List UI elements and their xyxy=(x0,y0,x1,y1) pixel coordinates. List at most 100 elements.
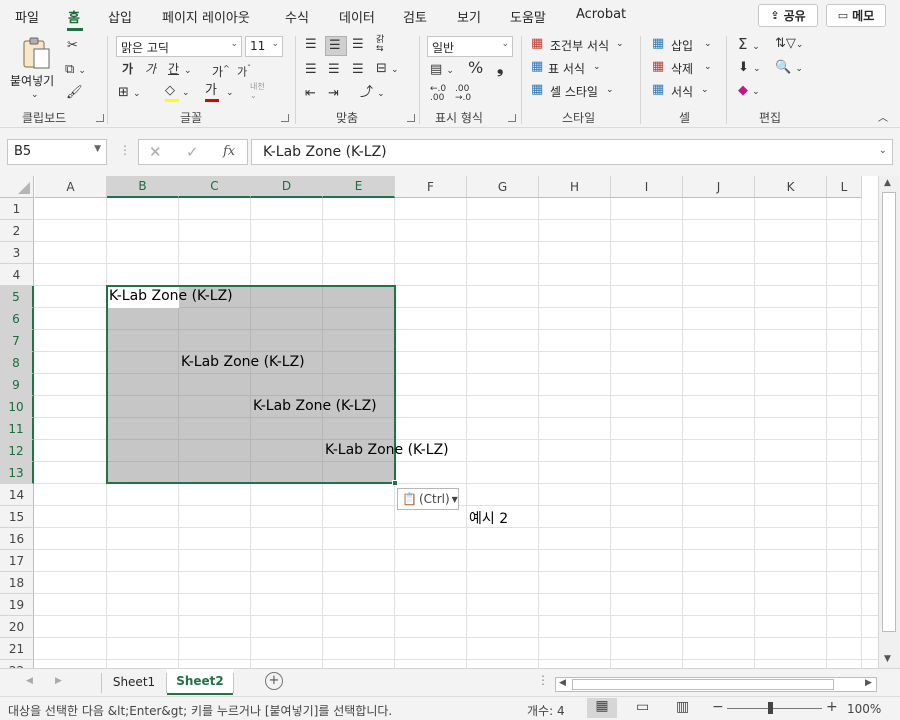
column-header-f[interactable]: F xyxy=(395,176,467,198)
column-header-j[interactable]: J xyxy=(683,176,755,198)
column-header-h[interactable]: H xyxy=(539,176,611,198)
column-header-a[interactable]: A xyxy=(35,176,107,198)
orientation-icon[interactable]: ⤴ ⌄ xyxy=(360,86,385,101)
underline-button[interactable]: 간 xyxy=(168,62,179,76)
fill-handle[interactable] xyxy=(392,480,398,486)
scroll-left-icon[interactable]: ◀ xyxy=(559,678,566,688)
row-header-13[interactable]: 13 xyxy=(0,462,34,484)
zoom-slider-thumb[interactable] xyxy=(768,702,773,714)
cell-g15[interactable]: 예시 2 xyxy=(469,508,508,528)
tab-file[interactable]: 파일 xyxy=(15,7,39,26)
row-header-15[interactable]: 15 xyxy=(0,506,34,528)
percent-button[interactable]: % xyxy=(468,60,483,76)
align-bottom-icon[interactable]: ☰ xyxy=(352,38,364,52)
page-layout-view-icon[interactable]: ▭ xyxy=(636,699,649,715)
sheet-tab-sheet2[interactable]: Sheet2 xyxy=(167,669,233,695)
cell-e12[interactable]: K-Lab Zone (K-LZ) xyxy=(325,442,449,458)
currency-icon[interactable]: ▤ ⌄ xyxy=(430,63,454,78)
row-header-11[interactable]: 11 xyxy=(0,418,34,440)
worksheet-grid[interactable]: ABCDEFGHIJKL 1 2 3 4 5 6 7 8 9 10 11 12 13 14 15 16 17 18… xyxy=(0,176,878,668)
row-header-14[interactable]: 14 xyxy=(0,484,34,506)
row-header-10[interactable]: 10 xyxy=(0,396,34,418)
expand-formula-icon[interactable]: ⌄ xyxy=(879,145,887,156)
row-header-16[interactable]: 16 xyxy=(0,528,34,550)
row-header-7[interactable]: 7 xyxy=(0,330,34,352)
page-break-view-icon[interactable]: ▥ xyxy=(676,699,689,715)
fill-icon[interactable]: ⬇ ⌄ xyxy=(738,61,761,76)
font-color-icon[interactable]: 가 xyxy=(205,84,219,102)
column-header-g[interactable]: G xyxy=(467,176,539,198)
find-select-icon[interactable]: 🔍 ⌄ xyxy=(775,61,803,76)
column-header-c[interactable]: C xyxy=(179,176,251,198)
normal-view-icon[interactable]: ▦ xyxy=(587,698,617,718)
horizontal-scrollbar[interactable]: ◀ ▶ xyxy=(555,677,877,692)
row-header-9[interactable]: 9 xyxy=(0,374,34,396)
align-right-icon[interactable]: ☰ xyxy=(352,63,364,77)
row-header-3[interactable]: 3 xyxy=(0,242,34,264)
scroll-up-icon[interactable]: ▲ xyxy=(884,178,891,188)
row-header-17[interactable]: 17 xyxy=(0,550,34,572)
align-top-icon[interactable]: ☰ xyxy=(305,38,317,52)
format-painter-icon[interactable]: 🖌 xyxy=(66,86,83,100)
row-header-19[interactable]: 19 xyxy=(0,594,34,616)
next-sheet-icon[interactable]: ▶ xyxy=(55,676,62,686)
vertical-scroll-thumb[interactable] xyxy=(882,192,896,632)
row-header-2[interactable]: 2 xyxy=(0,220,34,242)
row-header-21[interactable]: 21 xyxy=(0,638,34,660)
bold-button[interactable]: 가 xyxy=(122,62,133,76)
tab-data[interactable]: 데이터 xyxy=(339,7,375,26)
clear-icon[interactable]: ◆ ⌄ xyxy=(738,84,760,99)
row-header-12[interactable]: 12 xyxy=(0,440,34,462)
tab-acrobat[interactable]: Acrobat xyxy=(576,7,626,22)
enter-icon[interactable]: ✓ xyxy=(186,143,199,161)
row-header-5[interactable]: 5 xyxy=(0,286,34,308)
column-header-b[interactable]: B xyxy=(107,176,179,198)
decrease-indent-icon[interactable]: ⇤ xyxy=(305,87,316,101)
prev-sheet-icon[interactable]: ◀ xyxy=(26,676,33,686)
clipboard-launcher-icon[interactable] xyxy=(96,114,104,122)
vertical-scrollbar[interactable]: ▲ ▼ xyxy=(878,176,900,668)
tab-review[interactable]: 검토 xyxy=(403,7,427,26)
zoom-level[interactable]: 100% xyxy=(847,702,881,716)
column-header-l[interactable]: L xyxy=(827,176,862,198)
select-all-button[interactable] xyxy=(0,176,34,198)
horizontal-scroll-thumb[interactable] xyxy=(572,679,834,690)
paste-button[interactable] xyxy=(19,37,53,71)
sheet-tab-sheet1[interactable]: Sheet1 xyxy=(102,669,166,695)
comma-button[interactable]: ❟ xyxy=(497,60,503,76)
italic-button[interactable]: 가 xyxy=(145,62,156,76)
alignment-launcher-icon[interactable] xyxy=(407,114,415,122)
wrap-text-icon[interactable]: 갉 ⇆ xyxy=(376,36,384,54)
row-header-18[interactable]: 18 xyxy=(0,572,34,594)
paste-options-button[interactable]: 📋 (Ctrl) ▼ xyxy=(397,488,459,510)
cell-c8[interactable]: K-Lab Zone (K-LZ) xyxy=(181,354,305,370)
tab-help[interactable]: 도움말 xyxy=(510,7,546,26)
tab-page-layout[interactable]: 페이지 레이아웃 xyxy=(162,7,250,26)
increase-indent-icon[interactable]: ⇥ xyxy=(328,87,339,101)
zoom-out-icon[interactable]: − xyxy=(712,699,724,715)
border-icon[interactable]: ⊞ ⌄ xyxy=(118,86,141,101)
number-format-select[interactable]: 일반 ⌄ xyxy=(427,36,513,57)
column-header-d[interactable]: D xyxy=(251,176,323,198)
tab-insert[interactable]: 삽입 xyxy=(108,7,132,26)
formula-input[interactable]: K-Lab Zone (K-LZ) ⌄ xyxy=(251,139,893,165)
scroll-down-icon[interactable]: ▼ xyxy=(884,654,891,664)
paste-dropdown-icon[interactable]: ⌄ xyxy=(31,88,39,102)
zoom-in-icon[interactable]: + xyxy=(826,699,838,715)
font-name-select[interactable]: 맑은 고딕 ⌄ xyxy=(116,36,242,57)
cancel-icon[interactable]: ✕ xyxy=(149,143,162,161)
sort-filter-icon[interactable]: ⇅▽⌄ xyxy=(775,37,803,52)
decrease-font-button[interactable]: 가ˇ xyxy=(237,62,251,80)
column-header-i[interactable]: I xyxy=(611,176,683,198)
scroll-right-icon[interactable]: ▶ xyxy=(865,678,872,688)
cell-b5[interactable]: K-Lab Zone (K-LZ) xyxy=(109,288,233,304)
font-launcher-icon[interactable] xyxy=(281,114,289,122)
column-header-e[interactable]: E xyxy=(323,176,395,198)
tab-formulas[interactable]: 수식 xyxy=(285,7,309,26)
fill-color-dropdown-icon[interactable]: ⌄ xyxy=(182,86,190,100)
autosum-icon[interactable]: Σ ⌄ xyxy=(738,37,760,54)
increase-decimal-icon[interactable]: ←.0.00 xyxy=(430,85,446,103)
row-header-8[interactable]: 8 xyxy=(0,352,34,374)
underline-dropdown-icon[interactable]: ⌄ xyxy=(184,64,192,78)
share-button[interactable]: ⇪ 공유 xyxy=(758,4,818,27)
